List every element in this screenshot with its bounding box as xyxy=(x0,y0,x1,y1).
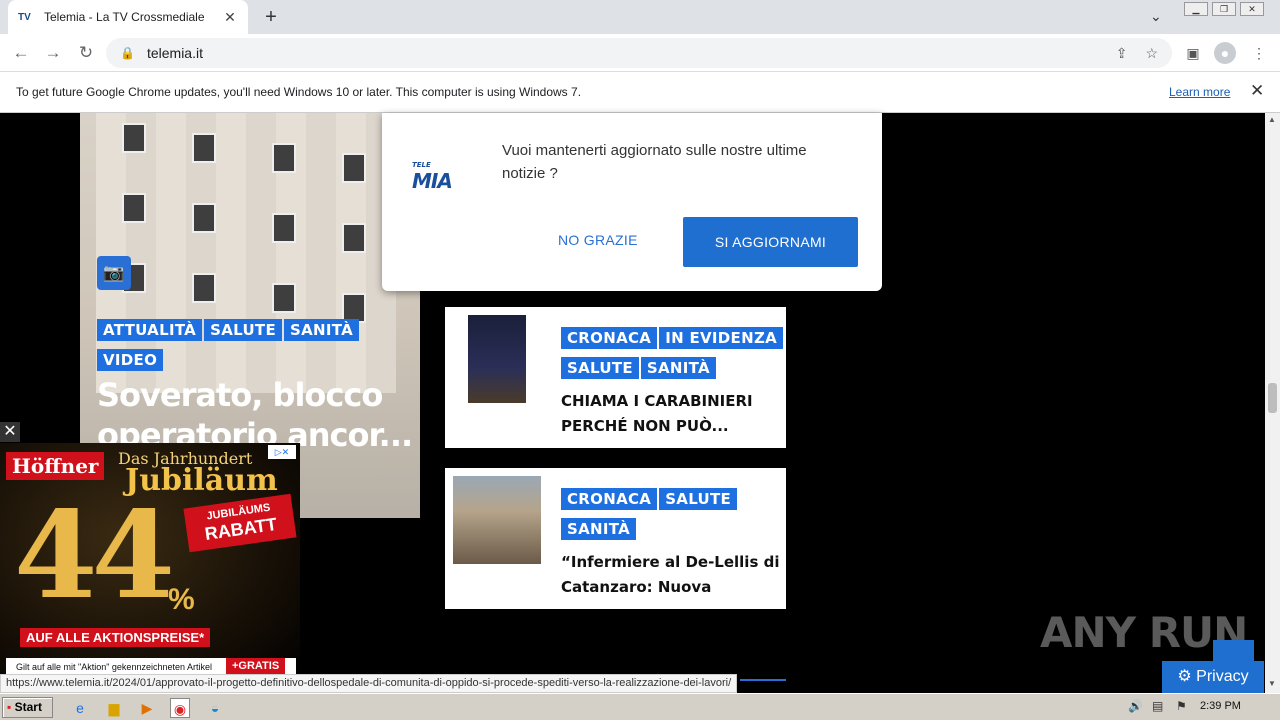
article-thumbnail[interactable] xyxy=(468,315,526,403)
taskbar-clock[interactable]: 2:39 PM xyxy=(1200,700,1241,712)
infobar-close-icon[interactable]: ✕ xyxy=(1250,81,1264,101)
restore-button[interactable]: ❐ xyxy=(1212,2,1236,16)
tab-title: Telemia - La TV Crossmediale xyxy=(44,10,205,24)
edge-icon[interactable]: ◒ xyxy=(205,698,225,718)
start-button[interactable]: ▪ Start xyxy=(2,697,53,718)
tag-in-evidenza[interactable]: IN EVIDENZA xyxy=(659,327,784,349)
tag-sanita[interactable]: SANITÀ xyxy=(284,319,360,341)
share-icon[interactable]: ⇪ xyxy=(1116,45,1128,62)
windows-taskbar: ▪ Start e ▆ ▶ ◉ ◒ 🔊 ▤ ⚑ 2:39 PM xyxy=(0,693,1280,720)
volume-icon[interactable]: 🔊 xyxy=(1128,699,1143,713)
ad-brand: Höffner xyxy=(6,452,105,480)
ie-icon[interactable]: e xyxy=(70,698,90,718)
ad-percent-sign: % xyxy=(168,583,195,616)
close-window-button[interactable]: ✕ xyxy=(1240,2,1264,16)
profile-avatar-icon[interactable]: ● xyxy=(1214,42,1236,64)
menu-kebab-icon[interactable]: ⋮ xyxy=(1248,42,1270,64)
privacy-button[interactable]: ⚙ Privacy xyxy=(1162,661,1264,693)
telemia-logo: TELE MIA xyxy=(412,161,453,193)
page-scrollbar[interactable]: ▲ ▼ xyxy=(1265,113,1280,693)
lock-icon[interactable]: 🔒 xyxy=(120,46,135,60)
scroll-down-icon[interactable]: ▼ xyxy=(1268,679,1276,688)
tag-attualita[interactable]: ATTUALITÀ xyxy=(97,319,203,341)
scrollbar-thumb[interactable] xyxy=(1268,383,1277,413)
hoffner-ad[interactable]: ▷✕ Höffner Das Jahrhundert Jubiläum 44 %… xyxy=(0,443,300,680)
tag-cronaca[interactable]: CRONACA xyxy=(561,488,658,510)
update-infobar: To get future Google Chrome updates, you… xyxy=(0,72,1280,113)
no-thanks-button[interactable]: NO GRAZIE xyxy=(558,232,638,248)
tag-salute[interactable]: SALUTE xyxy=(659,488,738,510)
ad-close-button[interactable]: ✕ xyxy=(0,422,20,442)
tab-telemia[interactable]: TV Telemia - La TV Crossmediale ✕ xyxy=(8,0,248,34)
ad-percent: 44 xyxy=(14,485,175,626)
card-tags: CRONACA IN EVIDENZA SALUTE SANITÀ xyxy=(561,327,791,387)
article-card-2[interactable]: CRONACA SALUTE SANITÀ “Infermiere al De-Le… xyxy=(445,468,786,609)
tag-cronaca[interactable]: CRONACA xyxy=(561,327,658,349)
card-tags: CRONACA SALUTE SANITÀ xyxy=(561,488,791,548)
chrome-icon[interactable]: ◉ xyxy=(170,698,190,718)
new-tab-button[interactable]: + xyxy=(258,4,284,30)
forward-arrow-icon[interactable]: → xyxy=(41,41,65,65)
tab-close-icon[interactable]: ✕ xyxy=(222,9,238,26)
popup-message: Vuoi mantenerti aggiornato sulle nostre … xyxy=(502,142,807,182)
windows-logo-icon: ▪ xyxy=(7,700,12,714)
card-title[interactable]: “Infermiere al De-Lellis di Catanzaro: N… xyxy=(561,550,781,602)
side-panel-icon[interactable]: ▣ xyxy=(1182,42,1204,64)
flag-icon[interactable]: ⚑ xyxy=(1176,699,1187,713)
tag-sanita[interactable]: SANITÀ xyxy=(640,357,716,379)
status-bar-url: https://www.telemia.it/2024/01/approvato… xyxy=(0,674,738,693)
window-controls: ▁ ❐ ✕ xyxy=(1184,2,1264,18)
tag-salute[interactable]: SALUTE xyxy=(561,357,639,379)
tag-video[interactable]: VIDEO xyxy=(97,349,164,371)
divider-line xyxy=(740,679,786,681)
article-thumbnail[interactable] xyxy=(453,476,541,564)
camera-icon[interactable]: 📷 xyxy=(97,256,131,290)
explorer-folder-icon[interactable]: ▆ xyxy=(104,698,124,718)
ad-info-icon[interactable]: ▷✕ xyxy=(268,445,296,459)
learn-more-link[interactable]: Learn more xyxy=(1169,85,1230,99)
ad-rabatt-badge: JUBILÄUMS RABATT xyxy=(183,493,297,553)
url-text[interactable]: telemia.it xyxy=(147,45,203,61)
scroll-up-icon[interactable]: ▲ xyxy=(1268,115,1276,124)
tag-sanita[interactable]: SANITÀ xyxy=(561,518,637,540)
network-icon[interactable]: ▤ xyxy=(1152,699,1163,713)
hero-tags: ATTUALITÀ SALUTE SANITÀ VIDEO xyxy=(97,319,397,379)
minimize-button[interactable]: ▁ xyxy=(1184,2,1208,16)
telemia-favicon-icon: TV xyxy=(18,11,31,23)
card-title[interactable]: CHIAMA I CARABINIERI PERCHÉ NON PUÒ... xyxy=(561,389,781,441)
ad-alle-label: AUF ALLE AKTIONSPREISE* xyxy=(20,628,211,647)
notification-popup: TELE MIA Vuoi mantenerti aggiornato sulle… xyxy=(382,113,882,291)
gear-icon: ⚙ xyxy=(1177,668,1197,685)
tag-salute[interactable]: SALUTE xyxy=(204,319,283,341)
tab-strip: TV Telemia - La TV Crossmediale ✕ + ⌄ ▁ … xyxy=(0,0,1280,34)
article-card-1[interactable]: CRONACA IN EVIDENZA SALUTE SANITÀ CHIAMA I … xyxy=(445,307,786,448)
reload-icon[interactable]: ↻ xyxy=(74,41,98,65)
subscribe-button[interactable]: SI AGGIORNAMI xyxy=(683,217,858,267)
bookmark-star-icon[interactable]: ☆ xyxy=(1145,45,1158,62)
tab-search-chevron-icon[interactable]: ⌄ xyxy=(1150,8,1162,25)
media-player-icon[interactable]: ▶ xyxy=(137,698,157,718)
back-arrow-icon[interactable]: ← xyxy=(9,41,33,65)
address-bar[interactable]: 🔒 telemia.it ⇪ ☆ xyxy=(106,38,1172,68)
browser-toolbar: ← → ↻ 🔒 telemia.it ⇪ ☆ ▣ ● ⋮ xyxy=(0,34,1280,72)
infobar-message: To get future Google Chrome updates, you… xyxy=(16,85,582,99)
